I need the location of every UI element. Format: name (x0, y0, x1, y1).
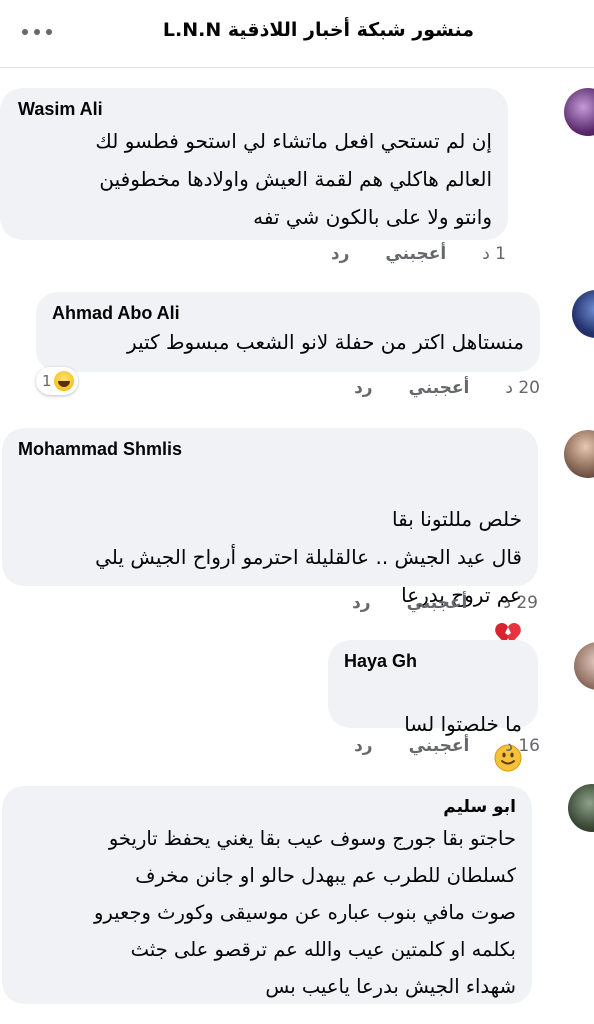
reaction-badge[interactable]: 1 (36, 367, 78, 395)
like-button[interactable]: أعجبني (385, 244, 446, 264)
more-horizontal-icon (22, 29, 28, 35)
comment-actions: 1 د أعجبني رد (331, 244, 506, 264)
reaction-count: 1 (42, 372, 52, 390)
reply-button[interactable]: رد (354, 378, 373, 398)
comment-bubble: Mohammad Shmlis خلص مللتونا بقا قال عيد … (2, 428, 538, 647)
comment-text: منستاهل اكتر من حفلة لانو الشعب مبسوط كت… (127, 330, 524, 354)
reply-button[interactable]: رد (352, 593, 371, 613)
comment-text: ما خلصتوا لسا (344, 676, 522, 772)
more-options-button[interactable] (22, 22, 52, 42)
comment-author[interactable]: ابو سليم (18, 796, 516, 818)
avatar[interactable] (564, 88, 594, 136)
more-dot (46, 29, 52, 35)
reply-button[interactable]: رد (354, 736, 373, 756)
more-dot (34, 29, 40, 35)
comment-time[interactable]: 1 د (482, 244, 506, 264)
comment-actions: 29 د أعجبني رد (352, 593, 538, 613)
comment-text-body: ما خلصتوا لسا (404, 712, 522, 736)
comment-actions: 16 د أعجبني رد (354, 736, 540, 756)
post-header: منشور شبكة أخبار اللاذقية L.N.N (0, 0, 594, 68)
like-button[interactable]: أعجبني (409, 378, 470, 398)
reply-button[interactable]: رد (331, 244, 350, 264)
avatar[interactable] (568, 784, 594, 832)
comment-time[interactable]: 29 د (503, 593, 538, 613)
avatar[interactable] (574, 642, 594, 690)
comment-author[interactable]: Haya Gh (344, 650, 522, 672)
comment-bubble: Haya Gh ما خلصتوا لسا (328, 640, 538, 771)
comment-text: حاجتو بقا جورج وسوف عيب بقا يغني يحفظ تا… (93, 827, 516, 998)
comment-time[interactable]: 16 د (505, 736, 540, 756)
comment-text: خلص مللتونا بقا قال عيد الجيش .. عالقليل… (18, 462, 522, 652)
avatar[interactable] (572, 290, 594, 338)
comment-text-body: خلص مللتونا بقا قال عيد الجيش .. عالقليل… (95, 507, 522, 607)
avatar[interactable] (564, 430, 594, 478)
comment-author[interactable]: Ahmad Abo Ali (52, 302, 524, 324)
comment-time[interactable]: 20 د (505, 378, 540, 398)
comment-bubble: Wasim Ali إن لم تستحي افعل ماتشاء لي است… (0, 88, 508, 240)
comment-text: إن لم تستحي افعل ماتشاء لي استحو فطسو لك… (95, 129, 492, 229)
like-button[interactable]: أعجبني (407, 593, 468, 613)
laughing-emoji-icon (53, 371, 74, 391)
like-button[interactable]: أعجبني (409, 736, 470, 756)
comment-author[interactable]: Wasim Ali (18, 98, 492, 120)
comment-bubble: Ahmad Abo Ali منستاهل اكتر من حفلة لانو … (36, 292, 540, 372)
comment-author[interactable]: Mohammad Shmlis (18, 438, 522, 460)
page-title: منشور شبكة أخبار اللاذقية L.N.N (162, 19, 474, 41)
comment-actions: 20 د أعجبني رد (354, 378, 540, 398)
comment-bubble: ابو سليم حاجتو بقا جورج وسوف عيب بقا يغن… (2, 786, 532, 1004)
